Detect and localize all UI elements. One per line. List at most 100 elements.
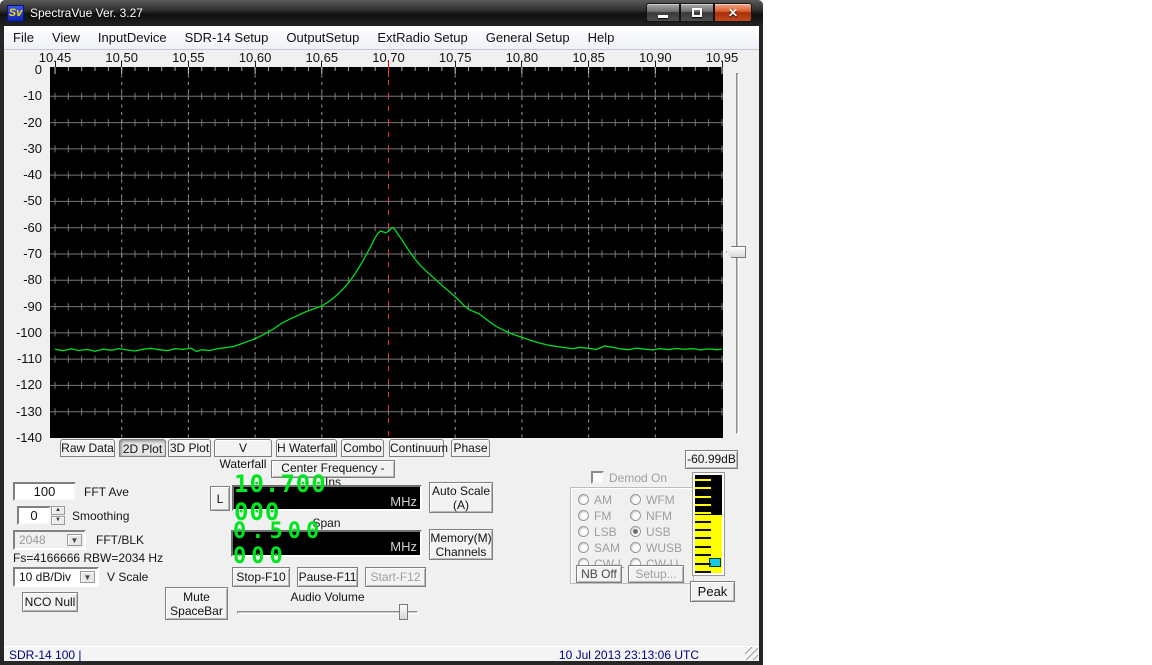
meter-tick (695, 479, 711, 481)
tab-v-waterfall[interactable]: V Waterfall (214, 439, 272, 457)
status-bar: SDR-14 100 | 10 Jul 2013 23:13:06 UTC (4, 646, 759, 661)
center-freq-tick (388, 60, 389, 67)
y-tick-label: -70 (0, 246, 46, 261)
fft-blk-value: 2048 (19, 533, 46, 547)
signal-meter (692, 472, 725, 576)
stop-button[interactable]: Stop-F10 (232, 567, 290, 587)
tab-raw-data[interactable]: Raw Data (60, 439, 115, 457)
window-controls: ✕ (646, 3, 752, 22)
demod-setup-button[interactable]: Setup... (628, 565, 684, 583)
sample-rate-info: Fs=4166666 RBW=2034 Hz (13, 551, 163, 565)
v-scale-label: V Scale (107, 570, 148, 584)
dropdown-arrow-icon: ▼ (80, 571, 95, 583)
span-digits[interactable]: 0.500 000 (233, 519, 388, 569)
smoothing-up-button[interactable]: ▲ (51, 506, 65, 515)
y-tick-label: 0 (0, 62, 46, 77)
radio-wusb[interactable] (630, 542, 641, 553)
meter-tick (695, 521, 711, 523)
radio-sam[interactable] (578, 542, 589, 553)
up-arrow-icon: ▲ (55, 507, 61, 513)
memory-channels-button[interactable]: Memory(M) Channels (429, 529, 493, 560)
menu-item-inputdevice[interactable]: InputDevice (89, 26, 176, 49)
title-bar: Sv SpectraVue Ver. 3.27 ✕ (0, 0, 763, 26)
smoothing-down-button[interactable]: ▼ (51, 516, 65, 525)
radio-dot-icon (633, 529, 638, 534)
down-arrow-icon: ▼ (55, 517, 61, 523)
y-tick-label: -10 (0, 88, 46, 103)
tab-h-waterfall[interactable]: H Waterfall (276, 439, 337, 457)
menu-item-sdr-14-setup[interactable]: SDR-14 Setup (176, 26, 278, 49)
y-tick-label: -90 (0, 299, 46, 314)
center-frequency-display[interactable]: 10.700 000 MHz (232, 485, 422, 511)
meter-tick (695, 546, 711, 548)
tab-combo[interactable]: Combo (341, 439, 384, 457)
frequency-unit: MHz (390, 494, 417, 509)
y-tick-label: -140 (0, 430, 46, 445)
y-tick-label: -120 (0, 377, 46, 392)
tab-3d-plot[interactable]: 3D Plot (168, 439, 211, 457)
maximize-button[interactable] (680, 3, 714, 22)
auto-scale-button[interactable]: Auto Scale (A) (429, 482, 493, 513)
nco-null-button[interactable]: NCO Null (22, 592, 78, 612)
menu-item-help[interactable]: Help (579, 26, 624, 49)
demod-on-checkbox[interactable] (591, 471, 604, 484)
meter-tick (695, 571, 711, 573)
v-scale-combo[interactable]: 10 dB/Div ▼ (13, 567, 99, 587)
peak-button[interactable]: Peak (690, 581, 735, 602)
y-tick-label: -100 (0, 325, 46, 340)
pause-button[interactable]: Pause-F11 (297, 567, 358, 587)
start-button[interactable]: Start-F12 (365, 567, 426, 587)
y-tick-label: -60 (0, 220, 46, 235)
span-display[interactable]: 0.500 000 MHz (231, 530, 422, 557)
smoothing-input[interactable]: 0 (17, 506, 51, 525)
close-button[interactable]: ✕ (714, 3, 752, 22)
auto-scale-line2: (A) (453, 498, 469, 512)
audio-volume-thumb[interactable] (399, 604, 408, 620)
tab-continuum[interactable]: Continuum (389, 439, 444, 457)
v-scale-value: 10 dB/Div (19, 570, 71, 584)
radio-wfm[interactable] (630, 494, 641, 505)
menu-item-general-setup[interactable]: General Setup (477, 26, 579, 49)
menu-item-outputsetup[interactable]: OutputSetup (277, 26, 368, 49)
spectrum-plot[interactable] (50, 67, 723, 438)
radio-fm[interactable] (578, 510, 589, 521)
spectrum-canvas[interactable] (50, 67, 723, 438)
noise-blanker-button[interactable]: NB Off (576, 565, 622, 583)
radio-label-wusb: WUSB (646, 541, 682, 555)
resize-grip[interactable] (745, 647, 758, 660)
memory-line1: Memory(M) (430, 531, 491, 545)
radio-lsb[interactable] (578, 526, 589, 537)
radio-am[interactable] (578, 494, 589, 505)
mute-button[interactable]: Mute SpaceBar (165, 587, 228, 620)
meter-tick (695, 504, 711, 506)
mute-line1: Mute (183, 590, 210, 604)
fft-blk-combo[interactable]: 2048 ▼ (13, 530, 86, 550)
app-icon: Sv (7, 5, 24, 22)
signal-level-readout: -60.99dB (685, 450, 738, 469)
fft-ave-input[interactable]: 100 (13, 482, 76, 501)
y-tick-label: -30 (0, 141, 46, 156)
lock-l-button[interactable]: L (210, 486, 230, 511)
close-icon: ✕ (728, 6, 738, 20)
memory-line2: Channels (436, 545, 487, 559)
demod-on-label: Demod On (609, 471, 667, 485)
radio-nfm[interactable] (630, 510, 641, 521)
minimize-button[interactable] (646, 3, 680, 22)
audio-volume-label: Audio Volume (237, 590, 418, 604)
radio-usb[interactable] (630, 526, 641, 537)
y-tick-label: -110 (0, 351, 46, 366)
maximize-icon (692, 8, 702, 17)
audio-volume-track[interactable] (237, 611, 418, 614)
radio-label-sam: SAM (594, 541, 620, 555)
meter-tick (695, 496, 711, 498)
radio-label-lsb: LSB (594, 525, 617, 539)
desktop: Sv SpectraVue Ver. 3.27 ✕ FileViewInputD… (0, 0, 1152, 665)
tab-2d-plot[interactable]: 2D Plot (119, 439, 166, 457)
menu-item-extradio-setup[interactable]: ExtRadio Setup (368, 26, 476, 49)
tab-phase[interactable]: Phase (451, 439, 490, 457)
window-title: SpectraVue Ver. 3.27 (30, 6, 143, 20)
y-tick-label: -80 (0, 272, 46, 287)
menu-item-file[interactable]: File (4, 26, 43, 49)
meter-tick (695, 554, 711, 556)
menu-item-view[interactable]: View (43, 26, 89, 49)
